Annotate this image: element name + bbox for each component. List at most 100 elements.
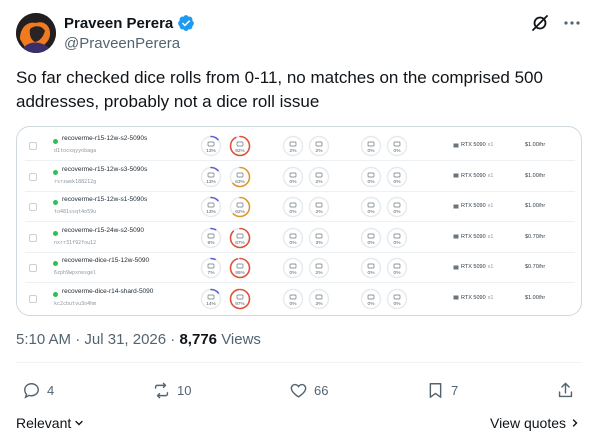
row-checkbox[interactable] xyxy=(29,172,37,181)
net2-value: 0% xyxy=(393,179,401,185)
gpu-model: RTX 5090 xyxy=(461,264,486,270)
instance-id: kc2cbutvu3o4hm xyxy=(54,300,97,307)
net2-value: 0% xyxy=(393,149,401,154)
cpu-icon xyxy=(207,172,215,177)
instance-id: d1tocxqyyobaga xyxy=(54,148,97,154)
net2-value: 0% xyxy=(393,301,401,307)
net2-icon xyxy=(393,202,401,208)
mem-icon xyxy=(236,294,244,299)
hourly-price: $0.70/hr xyxy=(525,264,546,270)
repost-icon xyxy=(154,382,169,399)
instance-row[interactable]: recoverme-r15-12w-s1-5090s to481ssqt4o59u… xyxy=(17,192,581,222)
instance-name[interactable]: recoverme-dice-r15-12w-5090 xyxy=(62,257,149,264)
tweet-date[interactable]: Jul 31, 2026 xyxy=(84,331,166,348)
gpu-model: RTX 5090 xyxy=(461,233,486,240)
share-button[interactable] xyxy=(556,381,575,400)
divider xyxy=(16,362,582,363)
tweet-time[interactable]: 5:10 AM xyxy=(16,331,71,348)
reply-sort-label: Relevant xyxy=(16,415,72,431)
share-icon xyxy=(558,382,573,398)
reply-sort-dropdown[interactable]: Relevant xyxy=(16,415,84,431)
disk2-icon xyxy=(315,294,323,299)
gpu-icon xyxy=(453,173,459,178)
net1-value: 0% xyxy=(367,240,375,246)
net1-icon xyxy=(367,202,375,208)
instance-name[interactable]: recoverme-r15-24w-s2-5090 xyxy=(62,227,144,234)
disk2-icon xyxy=(315,233,323,238)
instance-name[interactable]: recoverme-r15-12w-s3-5090s xyxy=(62,166,147,173)
view-quotes-link[interactable]: View quotes xyxy=(490,415,580,431)
disk1-value: 2% xyxy=(289,149,297,154)
like-button[interactable]: 66 xyxy=(289,381,328,400)
status-dot xyxy=(53,139,58,144)
net1-icon xyxy=(367,263,375,269)
more-options-icon[interactable] xyxy=(562,13,582,33)
cpu-value: 8% xyxy=(207,240,215,246)
disk1-value: 0% xyxy=(289,179,297,185)
disk1-icon xyxy=(289,172,297,177)
hourly-price: $1.00/hr xyxy=(525,142,546,148)
cpu-icon xyxy=(207,141,215,147)
instance-row[interactable]: recoverme-r15-12w-s2-5090s d1tocxqyyobaga… xyxy=(17,131,581,161)
net2-icon xyxy=(393,294,401,299)
tweet-text: So far checked dice rolls from 0-11, no … xyxy=(16,68,543,111)
disk2-icon xyxy=(315,172,323,177)
gpu-info: RTX 5090 x1 xyxy=(453,142,493,148)
row-checkbox[interactable] xyxy=(29,142,37,150)
row-checkbox[interactable] xyxy=(29,264,37,272)
status-dot xyxy=(53,291,58,297)
instance-row[interactable]: recoverme-r15-24w-s2-5090 nxrr31f92fou12 8… xyxy=(17,223,581,253)
gpu-info: RTX 5090 x1 xyxy=(453,264,493,270)
gpu-info: RTX 5090 x1 xyxy=(453,203,493,209)
attached-image-instances-table[interactable]: recoverme-r15-12w-s2-5090s d1tocxqyyobaga… xyxy=(16,126,582,316)
hourly-price: $1.00/hr xyxy=(525,203,546,209)
disk2-icon xyxy=(315,141,323,147)
disk1-icon xyxy=(289,233,297,238)
cpu-value: 14% xyxy=(206,301,216,307)
reply-button[interactable]: 4 xyxy=(22,381,54,400)
cpu-value: 7% xyxy=(207,271,215,276)
row-checkbox[interactable] xyxy=(29,203,37,211)
row-checkbox[interactable] xyxy=(29,294,37,303)
repost-button[interactable]: 10 xyxy=(152,381,191,400)
net1-value: 0% xyxy=(367,271,375,276)
instance-row[interactable]: recoverme-dice-r15-12w-5090 6zph9wpxnesge… xyxy=(17,253,581,283)
instance-id: rsrzwek188212g xyxy=(54,178,97,185)
net1-value: 0% xyxy=(367,210,375,215)
gpu-count: x1 xyxy=(487,172,494,179)
gpu-model: RTX 5090 xyxy=(461,203,486,209)
gpu-info: RTX 5090 x1 xyxy=(453,234,493,240)
net1-icon xyxy=(367,233,375,238)
gpu-icon xyxy=(453,204,459,208)
gpu-model: RTX 5090 xyxy=(461,142,486,148)
disk2-value: 3% xyxy=(315,240,323,246)
author-handle[interactable]: @PraveenPerera xyxy=(64,35,195,52)
disk1-value: 0% xyxy=(289,210,297,215)
instance-id: nxrr31f92fou12 xyxy=(54,239,97,246)
gpu-icon xyxy=(453,234,459,239)
instance-row[interactable]: recoverme-dice-r14-shard-5090 kc2cbutvu3o… xyxy=(17,284,581,314)
bookmark-button[interactable]: 7 xyxy=(426,381,458,400)
instance-row[interactable]: recoverme-r15-12w-s3-5090s rsrzwek188212g… xyxy=(17,162,581,192)
action-bar: 4 10 66 7 xyxy=(16,381,582,405)
bookmark-icon xyxy=(429,383,442,398)
grok-icon[interactable] xyxy=(530,13,550,33)
author-name[interactable]: Praveen Perera xyxy=(64,15,173,32)
gpu-info: RTX 5090 x1 xyxy=(453,295,493,301)
gpu-model: RTX 5090 xyxy=(461,294,486,301)
net2-value: 0% xyxy=(393,240,401,246)
instance-name[interactable]: recoverme-r15-12w-s1-5090s xyxy=(62,196,147,203)
mem-icon xyxy=(236,263,244,269)
row-checkbox[interactable] xyxy=(29,233,37,242)
bookmark-count: 7 xyxy=(451,383,459,398)
instance-name[interactable]: recoverme-dice-r14-shard-5090 xyxy=(62,288,153,295)
gpu-icon xyxy=(453,143,459,147)
status-dot xyxy=(53,169,58,175)
avatar[interactable] xyxy=(16,13,56,53)
instance-id: to481ssqt4o59u xyxy=(54,209,97,215)
repost-count: 10 xyxy=(177,383,192,398)
instance-name[interactable]: recoverme-r15-12w-s2-5090s xyxy=(62,135,147,142)
mem-value: 97% xyxy=(235,301,245,307)
disk1-icon xyxy=(289,263,297,269)
net1-value: 0% xyxy=(367,179,375,185)
